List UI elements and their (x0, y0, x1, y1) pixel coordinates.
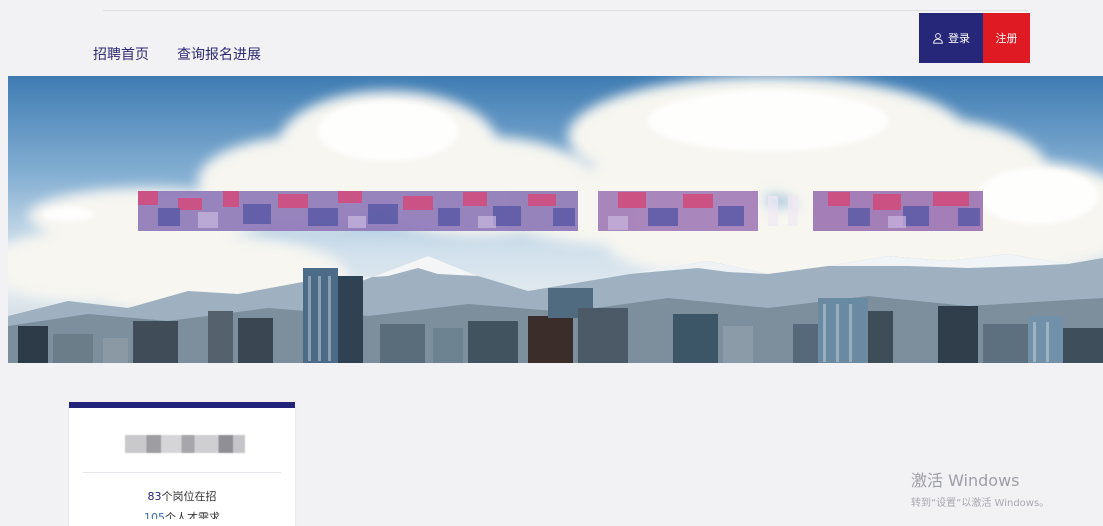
register-button[interactable]: 注册 (983, 13, 1030, 63)
company-name-blurred (125, 435, 245, 453)
talents-suffix: 个人才需求 (165, 511, 220, 519)
jobs-count: 83 (147, 490, 162, 503)
watermark-subtitle: 转到“设置”以激活 Windows。 (911, 498, 1050, 509)
watermark-title: 激活 Windows (911, 471, 1020, 490)
windows-activation-watermark: 激活 Windows 转到“设置”以激活 Windows。 (911, 467, 1049, 509)
jobs-suffix: 个岗位在招 (161, 490, 217, 503)
top-navigation: 招聘首页 查询报名进展 登录 注册 (0, 0, 1103, 76)
card-talents-count: 105个人才需求 (69, 509, 295, 519)
nav-link-recruitment-home[interactable]: 招聘首页 (93, 44, 149, 64)
login-button[interactable]: 登录 (919, 13, 983, 63)
nav-link-query-progress[interactable]: 查询报名进展 (177, 44, 261, 64)
company-card[interactable]: 83个岗位在招 105个人才需求 (69, 402, 295, 526)
card-jobs-count: 83个岗位在招 (69, 488, 295, 504)
banner-title: ████████████ “████” ████ (136, 264, 988, 306)
card-divider (83, 472, 281, 473)
user-icon (933, 33, 943, 44)
register-label: 注册 (995, 32, 1018, 45)
login-label: 登录 (948, 32, 970, 45)
hero-banner: ████████████ “████” ████ (8, 76, 1103, 363)
talents-count: 105 (144, 511, 165, 519)
banner-landscape-image (8, 76, 1103, 363)
